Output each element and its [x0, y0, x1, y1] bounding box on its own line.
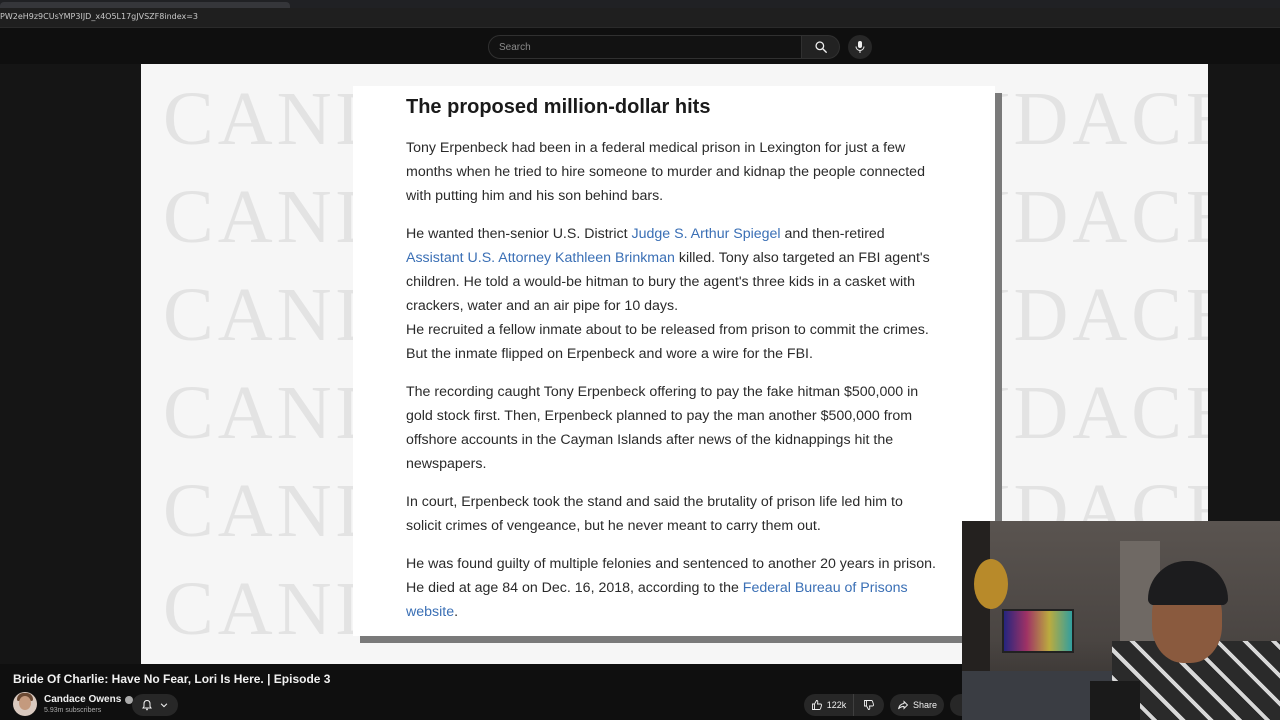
microphone-icon: [855, 41, 865, 53]
url-text[interactable]: PW2eH9z9CUsYMP3IJD_x4O5L17gJVSZF8index=3: [0, 12, 198, 21]
share-icon: [898, 700, 909, 710]
article-paragraph: He was found guilty of multiple felonies…: [406, 552, 942, 624]
thumbs-down-icon: [864, 700, 875, 710]
article-card: The proposed million-dollar hits Tony Er…: [353, 86, 995, 636]
thumbs-up-icon: [811, 700, 822, 710]
voice-search-button[interactable]: [848, 35, 872, 59]
search-input[interactable]: [489, 36, 801, 58]
search-box[interactable]: [488, 35, 802, 59]
article-paragraph: He wanted then-senior U.S. District Judg…: [406, 222, 942, 318]
share-button[interactable]: Share: [890, 694, 944, 716]
article-paragraph: In court, Erpenbeck took the stand and s…: [406, 494, 903, 534]
webcam-balloon: [974, 559, 1008, 609]
video-metadata: Bride Of Charlie: Have No Fear, Lori Is …: [0, 664, 962, 720]
subscriber-count: 5.93m subscribers: [44, 707, 102, 714]
paragraph-text: and then-retired: [780, 226, 885, 242]
search-button[interactable]: [802, 35, 840, 59]
like-count: 122k: [826, 700, 847, 710]
article-heading: The proposed million-dollar hits: [406, 96, 711, 118]
bell-icon: [142, 699, 152, 711]
channel-name[interactable]: Candace Owens: [44, 694, 121, 705]
like-button[interactable]: 122k: [804, 694, 854, 716]
share-label: Share: [912, 700, 938, 710]
youtube-header: [0, 30, 1280, 64]
article-paragraph: Tony Erpenbeck had been in a federal med…: [406, 140, 925, 204]
paragraph-text: He wanted then-senior U.S. District: [406, 226, 632, 242]
more-actions-button[interactable]: [950, 694, 962, 716]
dislike-button[interactable]: [854, 694, 884, 716]
search-icon: [814, 41, 827, 53]
paragraph-text: .: [454, 604, 459, 620]
article-paragraph: The recording caught Tony Erpenbeck offe…: [406, 384, 919, 472]
video-title: Bride Of Charlie: Have No Fear, Lori Is …: [13, 672, 331, 686]
browser-address-bar[interactable]: PW2eH9z9CUsYMP3IJD_x4O5L17gJVSZF8index=3: [0, 8, 1280, 28]
webcam-tv-screen: [1004, 611, 1072, 651]
avatar-face: [19, 696, 31, 710]
chevron-down-icon: [160, 703, 168, 708]
channel-avatar[interactable]: [13, 692, 37, 716]
webcam-laptop: [1090, 681, 1140, 720]
article-paragraph: He recruited a fellow inmate about to be…: [406, 322, 929, 362]
like-dislike-group: 122k: [804, 694, 884, 716]
judge-spiegel-link[interactable]: Judge S. Arthur Spiegel: [632, 226, 781, 242]
browser-tab-strip: [0, 0, 1280, 8]
player-letterbox-left: [0, 64, 141, 664]
webcam-overlay: [962, 521, 1280, 720]
notification-bell-button[interactable]: [132, 694, 178, 716]
channel-name-row[interactable]: Candace Owens: [44, 694, 134, 705]
kathleen-brinkman-link[interactable]: Assistant U.S. Attorney Kathleen Brinkma…: [406, 250, 675, 266]
